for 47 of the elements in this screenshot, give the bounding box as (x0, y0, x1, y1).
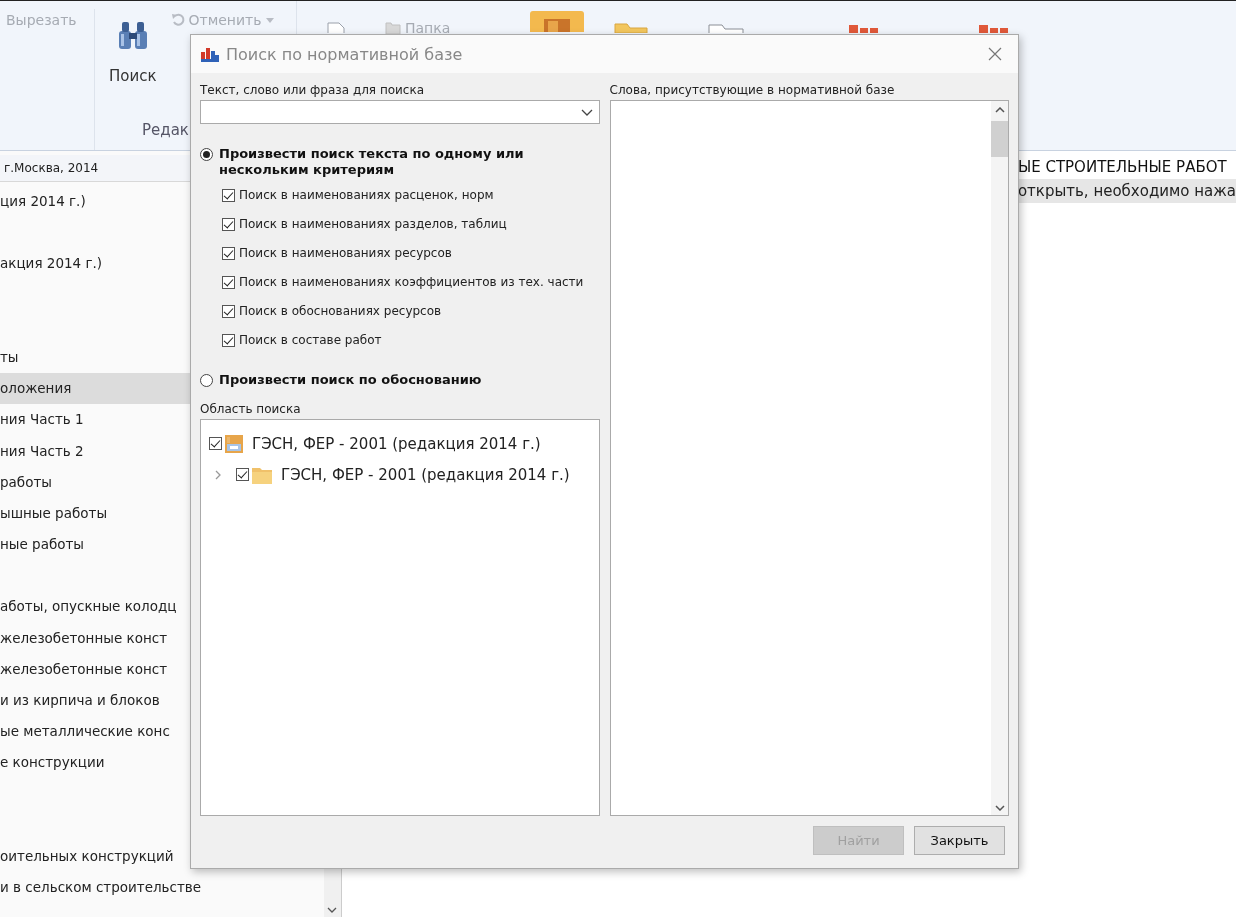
close-button[interactable] (986, 45, 1004, 63)
search-field[interactable] (200, 100, 600, 124)
checkbox-label: Поиск в обоснованиях ресурсов (239, 304, 442, 318)
checkbox[interactable] (222, 304, 235, 318)
checkbox[interactable] (222, 188, 235, 202)
chevron-down-icon (580, 108, 593, 116)
close-button[interactable]: Закрыть (914, 826, 1005, 855)
checkbox-label: Поиск в составе работ (239, 333, 382, 347)
checkbox-label: Поиск в наименованиях расценок, норм (239, 188, 494, 202)
checkbox-label: Поиск в наименованиях коэффициентов из тех. части (239, 275, 584, 289)
checkbox[interactable] (236, 468, 249, 481)
scrollbar[interactable] (991, 101, 1008, 815)
field-label: Текст, слово или фраза для поиска (200, 83, 426, 99)
radio-button[interactable] (200, 374, 213, 387)
checkbox-label: Поиск в наименованиях разделов, таблиц (239, 217, 507, 231)
app-icon (201, 46, 219, 62)
chevron-right-icon[interactable] (215, 469, 221, 480)
package-icon (530, 11, 585, 32)
section-heading: ЫЕ СТРОИТЕЛЬНЫЕ РАБОТ (1017, 158, 1227, 176)
radio-button[interactable] (200, 148, 213, 161)
scroll-thumb[interactable] (991, 121, 1008, 157)
document-icon (327, 22, 345, 33)
checkbox[interactable] (222, 275, 235, 289)
folder-icon (708, 21, 745, 33)
checkbox[interactable] (222, 217, 235, 231)
hint-text: открыть, необходимо нажа (1017, 182, 1236, 200)
chevron-down-icon (994, 805, 1005, 811)
checkbox-label: Поиск в наименованиях ресурсов (239, 246, 452, 260)
blocks-icon (849, 25, 880, 33)
group-label: Редак (142, 121, 189, 139)
window-title: Поиск по нормативной базе (226, 44, 463, 64)
field-label: Область поиска (200, 402, 302, 418)
undo-icon (170, 13, 185, 27)
tree-item[interactable]: ГЭСН, ФЕР - 2001 (редакция 2014 г.) (281, 465, 570, 484)
tree-item[interactable]: ГЭСН, ФЕР - 2001 (редакция 2014 г.) (252, 434, 541, 453)
checkbox[interactable] (222, 246, 235, 260)
chevron-down-icon (327, 907, 338, 913)
checkbox[interactable] (209, 437, 222, 450)
tree-item[interactable]: и в сельском строительстве (0, 872, 327, 904)
chevron-up-icon (994, 107, 1005, 113)
checkbox[interactable] (222, 333, 235, 347)
folder-icon (252, 465, 272, 484)
search-button[interactable]: Поиск (103, 9, 163, 95)
field-label: Слова, присутствующие в нормативной базе (609, 83, 896, 99)
blocks-icon (979, 25, 1010, 33)
database-icon (225, 434, 243, 453)
caret-icon (265, 17, 274, 23)
